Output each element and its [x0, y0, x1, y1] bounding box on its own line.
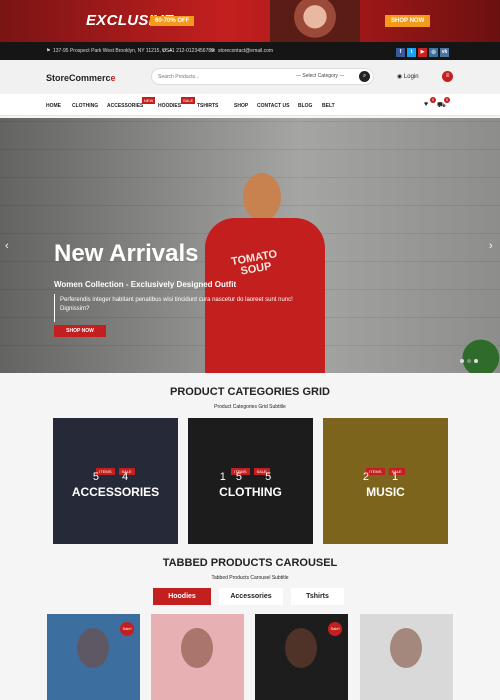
product-card[interactable]: Sale! [255, 614, 348, 700]
vk-icon[interactable]: vk [440, 48, 449, 57]
nav-hoodies[interactable]: HOODIES [158, 103, 181, 109]
nav-blog[interactable]: BLOG [298, 103, 312, 109]
twitter-icon[interactable]: t [407, 48, 416, 57]
nav-shop[interactable]: SHOP [234, 103, 248, 109]
hero-title: New Arrivals [54, 240, 199, 267]
hero-model-image [243, 173, 281, 221]
category-counts: 15 5 [219, 471, 282, 483]
hero-slider: TOMATO SOUP New Arrivals Women Collection… [0, 118, 500, 373]
slider-dots[interactable] [460, 350, 481, 368]
slider-prev-icon[interactable]: ‹ [5, 240, 9, 252]
search-input[interactable] [158, 72, 293, 82]
nav-tshirts[interactable]: TSHIRTS [197, 103, 218, 109]
product-model-image [285, 628, 317, 668]
tab-tshirts[interactable]: Tshirts [291, 588, 344, 605]
location-icon: ⚑ [46, 48, 51, 54]
product-card[interactable] [151, 614, 244, 700]
slider-next-icon[interactable]: › [489, 240, 493, 252]
youtube-icon[interactable]: ▶ [418, 48, 427, 57]
slider-dot[interactable] [467, 359, 471, 363]
hero-shop-now-button[interactable]: SHOP NOW [54, 325, 106, 337]
phone-icon: ✆ [162, 48, 167, 54]
promo-banner[interactable]: EXCLUSIVE 60-70% OFF SHOP NOW [0, 0, 500, 42]
menu-icon[interactable]: ≡ [442, 71, 453, 82]
category-card[interactable]: ITEMS SALE 5 4 ACCESSORIES [53, 418, 178, 544]
login-link[interactable]: ◉ Login [397, 73, 419, 80]
site-logo[interactable]: StoreCommerce [46, 73, 116, 83]
promo-model-image [270, 0, 360, 42]
product-card[interactable] [360, 614, 453, 700]
categories-title: PRODUCT CATEGORIES GRID [170, 386, 330, 398]
nav-home[interactable]: HOME [46, 103, 61, 109]
email-icon: ✉ [211, 48, 216, 54]
tab-accessories[interactable]: Accessories [219, 588, 283, 605]
category-name: MUSIC [366, 485, 405, 499]
tabbed-subtitle: Tabbed Products Carousel Subtitle [211, 575, 289, 581]
nav-contact[interactable]: CONTACT US [257, 103, 289, 109]
sale-badge: Sale! [328, 622, 342, 636]
product-model-image [390, 628, 422, 668]
tab-hoodies[interactable]: Hoodies [153, 588, 211, 605]
nav-badge-sale: SALE [181, 97, 196, 104]
hero-subtitle: Women Collection - Exclusively Designed … [54, 280, 237, 289]
hero-description: Perferendis integer habitant penatibus w… [60, 297, 293, 312]
user-icon: ◉ [397, 74, 403, 80]
category-card[interactable]: ITEMS SALE 2 1 MUSIC [323, 418, 448, 544]
product-model-image [181, 628, 213, 668]
site-header: StoreCommerce --- Select Category --- ⌕ … [0, 60, 500, 94]
product-model-image [77, 628, 109, 668]
category-counts: 2 1 [362, 471, 409, 483]
wishlist-count: 0 [430, 97, 436, 103]
category-counts: 5 4 [92, 471, 139, 483]
cart-count: 0 [444, 97, 450, 103]
product-card[interactable]: Sale! [47, 614, 140, 700]
categories-subtitle: Product Categories Grid Subtitle [214, 404, 286, 410]
nav-badge-new: NEW [142, 97, 156, 104]
phone-text[interactable]: +1 212-0123456789 [169, 48, 214, 54]
category-name: ACCESSORIES [71, 485, 160, 499]
search-icon[interactable]: ⌕ [359, 71, 370, 82]
nav-clothing[interactable]: CLOTHING [72, 103, 98, 109]
tabbed-title: TABBED PRODUCTS CAROUSEL [162, 557, 338, 569]
instagram-icon[interactable]: ◎ [429, 48, 438, 57]
wishlist-icon[interactable]: ♥ [424, 101, 428, 108]
category-name: CLOTHING [219, 485, 282, 499]
category-select[interactable]: --- Select Category --- [296, 73, 344, 79]
facebook-icon[interactable]: f [396, 48, 405, 57]
address-text: 137-95 Prospect Park West Brooklyn, NY 1… [53, 48, 173, 54]
nav-accessories[interactable]: ACCESSORIES [107, 103, 143, 109]
slider-dot[interactable] [474, 359, 478, 363]
slider-dot[interactable] [460, 359, 464, 363]
promo-deal-badge: 60-70% OFF [150, 16, 195, 26]
sale-badge: Sale! [120, 622, 134, 636]
email-text[interactable]: storecontact@email.com [218, 48, 273, 54]
nav-belt[interactable]: BELT [322, 103, 335, 109]
promo-shop-now-button[interactable]: SHOP NOW [385, 15, 431, 27]
main-nav: HOME CLOTHING ACCESSORIES NEW HOODIES SA… [0, 94, 500, 116]
search-bar: --- Select Category --- ⌕ [151, 68, 374, 85]
top-info-bar: ⚑ 137-95 Prospect Park West Brooklyn, NY… [0, 42, 500, 60]
category-card[interactable]: ITEMS SALE 15 5 CLOTHING [188, 418, 313, 544]
